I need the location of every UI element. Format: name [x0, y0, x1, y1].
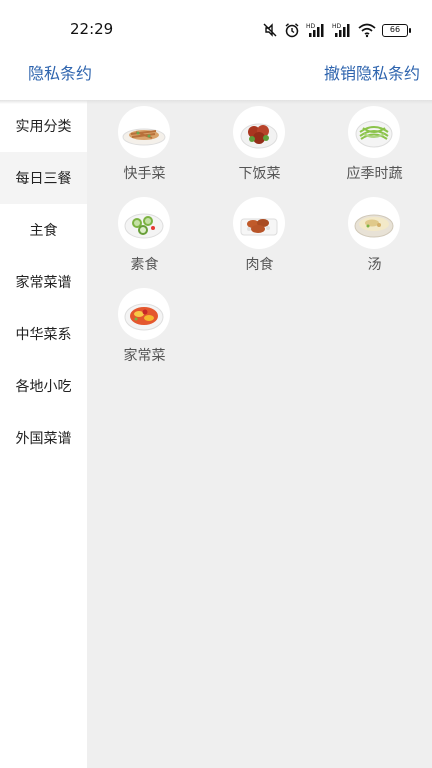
braised-ribs-dish-icon	[233, 197, 285, 249]
signal-hd-icon-2: HD	[332, 23, 350, 37]
tomato-egg-dish-icon	[118, 288, 170, 340]
category-item-soup[interactable]: 汤	[317, 191, 432, 282]
green-vegetable-dish-icon	[348, 106, 400, 158]
alarm-icon	[285, 23, 299, 38]
category-label: 汤	[367, 257, 382, 273]
revoke-privacy-policy-link[interactable]: 撤销隐私条约	[324, 60, 420, 84]
category-grid: 快手菜 下饭菜 应季时蔬 素食 肉食 汤 家常菜	[87, 100, 432, 768]
category-label: 家常菜	[123, 348, 166, 364]
soup-bowl-icon	[348, 197, 400, 249]
wifi-icon	[358, 23, 376, 38]
category-item-vegetarian[interactable]: 素食	[87, 191, 202, 282]
signal-hd-icon: HD	[306, 23, 324, 37]
sidebar-item-staple[interactable]: 主食	[0, 204, 87, 256]
category-label: 素食	[130, 257, 159, 273]
category-label: 下饭菜	[238, 166, 281, 182]
sidebar-item-chinese-cuisine[interactable]: 中华菜系	[0, 308, 87, 360]
category-label: 应季时蔬	[346, 166, 403, 182]
cucumber-salad-dish-icon	[118, 197, 170, 249]
privacy-policy-link[interactable]: 隐私条约	[28, 60, 92, 84]
sidebar-item-practical[interactable]: 实用分类	[0, 100, 87, 152]
svg-text:HD: HD	[332, 23, 342, 30]
stir-fry-dish-icon	[118, 106, 170, 158]
category-item-meat[interactable]: 肉食	[202, 191, 317, 282]
category-item-quick-dish[interactable]: 快手菜	[87, 100, 202, 191]
status-icons: HD HD 66	[262, 20, 411, 40]
sidebar-item-daily-meals[interactable]: 每日三餐	[0, 152, 87, 204]
braised-meat-dish-icon	[233, 106, 285, 158]
mute-icon	[263, 23, 277, 37]
sidebar-item-home-recipes[interactable]: 家常菜谱	[0, 256, 87, 308]
top-bar: 隐私条约 撤销隐私条约	[0, 58, 432, 100]
sidebar-item-foreign-recipes[interactable]: 外国菜谱	[0, 412, 87, 464]
category-item-rice-dish[interactable]: 下饭菜	[202, 100, 317, 191]
header-shadow	[0, 100, 432, 104]
category-label: 快手菜	[123, 166, 166, 182]
category-label: 肉食	[245, 257, 274, 273]
battery-icon: 66	[382, 23, 411, 37]
sidebar-item-local-snacks[interactable]: 各地小吃	[0, 360, 87, 412]
status-time: 22:29	[70, 20, 114, 38]
category-item-home-cooking[interactable]: 家常菜	[87, 282, 202, 373]
category-item-seasonal-veg[interactable]: 应季时蔬	[317, 100, 432, 191]
svg-text:HD: HD	[306, 23, 316, 30]
status-bar: 22:29 HD HD 66	[0, 0, 432, 58]
category-sidebar: 实用分类 每日三餐 主食 家常菜谱 中华菜系 各地小吃 外国菜谱	[0, 100, 87, 768]
